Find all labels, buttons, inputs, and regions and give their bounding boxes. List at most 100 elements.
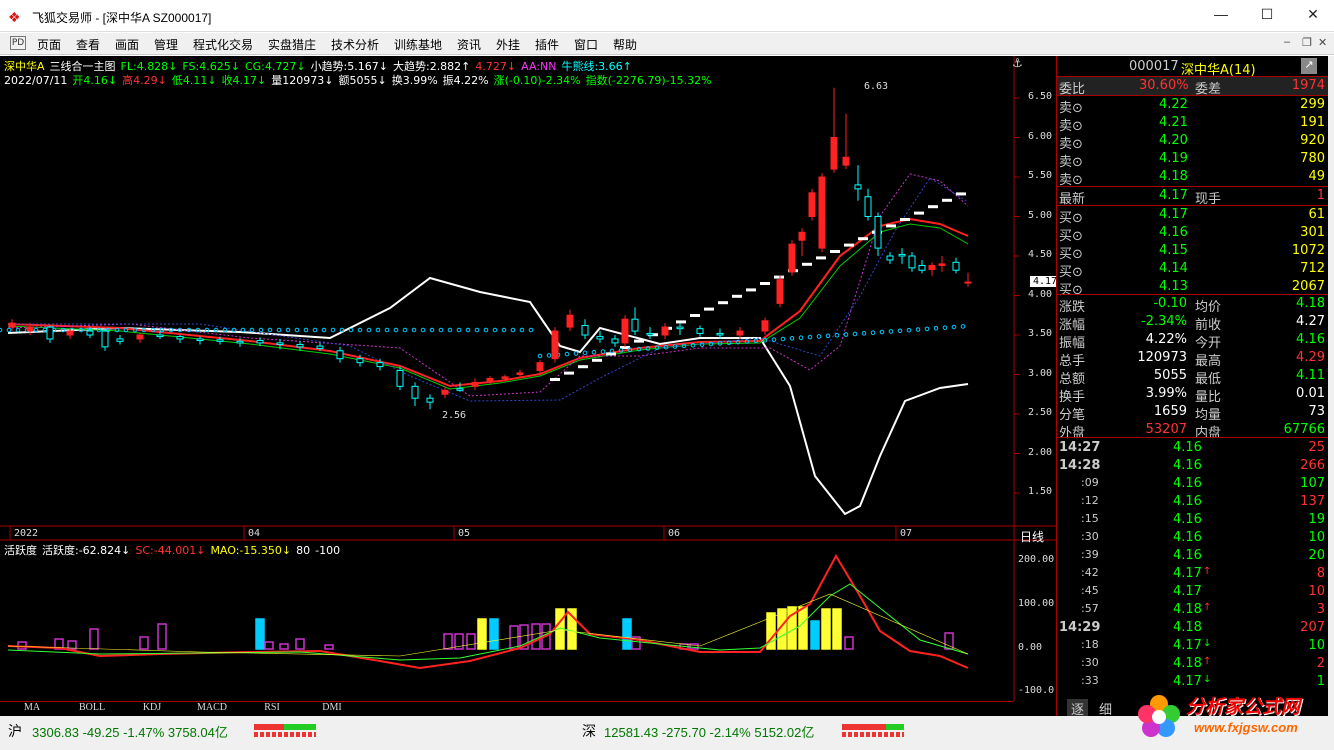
menu-item-training[interactable]: 训练基地	[394, 36, 442, 53]
activity-bar	[279, 643, 289, 650]
tick-price: 4.16	[1173, 458, 1202, 473]
maximize-button[interactable]: ☐	[1252, 6, 1282, 26]
stat-value: 3.99%	[1145, 386, 1187, 401]
buy-row[interactable]: 买⊙ 4.16 301	[1057, 224, 1329, 244]
candle-body	[908, 255, 916, 269]
sell-row[interactable]: 卖⊙ 4.22 299	[1057, 96, 1329, 116]
cyan-dot	[528, 327, 534, 333]
sell-volume: 191	[1300, 115, 1325, 130]
tick-row[interactable]: :15 4.16 19	[1057, 511, 1329, 529]
menu-item-info[interactable]: 资讯	[457, 36, 481, 53]
cyan-dot	[258, 327, 264, 333]
buy-row[interactable]: 买⊙ 4.17 61	[1057, 206, 1329, 226]
candlestick-chart[interactable]	[0, 56, 1056, 716]
menu-item-page[interactable]: 页面	[37, 36, 61, 53]
stock-code: 000017	[1129, 59, 1179, 74]
stat-value: 4.29	[1296, 350, 1325, 365]
child-restore-button[interactable]: ❐	[1302, 36, 1312, 49]
tick-row[interactable]: 14:28 4.16 266	[1057, 457, 1329, 475]
tick-arrow: ↑	[1203, 656, 1212, 667]
tick-row[interactable]: :45 4.17 10	[1057, 583, 1329, 601]
minimize-button[interactable]: —	[1206, 6, 1236, 26]
activity-bar	[324, 644, 334, 650]
tick-row[interactable]: :18 4.17 ↓ 10	[1057, 637, 1329, 655]
child-minimize-button[interactable]: –	[1284, 36, 1290, 48]
tick-row[interactable]: 14:29 4.18 207	[1057, 619, 1329, 637]
tick-row[interactable]: :30 4.16 10	[1057, 529, 1329, 547]
menu-item-window[interactable]: 窗口	[574, 36, 598, 53]
tab-boll[interactable]: BOLL	[62, 702, 122, 713]
app-logo-icon: ❖	[8, 9, 21, 25]
chart-toggle-icon[interactable]: ↗	[1301, 58, 1317, 74]
candle-body	[736, 330, 744, 336]
candle-body	[176, 336, 184, 340]
candle-body	[631, 318, 639, 332]
candle-body	[411, 385, 419, 399]
stat-row[interactable]: 涨幅 -2.34% 前收 4.27	[1057, 313, 1329, 333]
cyan-dot	[276, 327, 282, 333]
anchor-icon[interactable]: ⚓	[1012, 56, 1023, 70]
tick-row[interactable]: :39 4.16 20	[1057, 547, 1329, 565]
menu-item-canvas[interactable]: 画面	[115, 36, 139, 53]
child-close-button[interactable]: ✕	[1318, 36, 1327, 49]
period-label[interactable]: 日线	[1020, 528, 1044, 545]
menu-item-manage[interactable]: 管理	[154, 36, 178, 53]
stat-row[interactable]: 涨跌 -0.10 均价 4.18	[1057, 295, 1329, 315]
cyan-dot	[879, 329, 885, 335]
buy-row[interactable]: 买⊙ 4.14 712	[1057, 260, 1329, 280]
menu-item-view[interactable]: 查看	[76, 36, 100, 53]
buy-price: 4.15	[1159, 243, 1188, 258]
tab-dmi[interactable]: DMI	[302, 702, 362, 713]
buy-row[interactable]: 买⊙ 4.15 1072	[1057, 242, 1329, 262]
close-button[interactable]: ✕	[1298, 6, 1328, 26]
tick-time: :18	[1081, 638, 1099, 651]
menu-item-plugin[interactable]: 插件	[535, 36, 559, 53]
cyan-dot	[15, 327, 21, 333]
tick-row[interactable]: :09 4.16 107	[1057, 475, 1329, 493]
candle-body	[830, 137, 838, 170]
sell-row[interactable]: 卖⊙ 4.21 191	[1057, 114, 1329, 134]
menu-item-hunter[interactable]: 实盘猎庄	[268, 36, 316, 53]
bull-bear-dash	[634, 339, 644, 343]
tab-macd[interactable]: MACD	[182, 702, 242, 713]
sell-row[interactable]: 卖⊙ 4.20 920	[1057, 132, 1329, 152]
sz-index-value[interactable]: 12581.43 -275.70 -2.14% 5152.02亿	[604, 722, 814, 741]
tab-rsi[interactable]: RSI	[242, 702, 302, 713]
candle-body	[426, 397, 434, 403]
bull-bear-dash	[718, 301, 728, 305]
tab-kdj[interactable]: KDJ	[122, 702, 182, 713]
indicator-tick-label: 0.00	[1018, 642, 1043, 653]
sell-row[interactable]: 卖⊙ 4.19 780	[1057, 150, 1329, 170]
activity-bar	[810, 620, 820, 650]
cyan-dot	[789, 336, 795, 341]
candle-body	[536, 362, 544, 372]
sell-row[interactable]: 卖⊙ 4.18 49	[1057, 168, 1329, 188]
tick-row[interactable]: 14:27 4.16 25	[1057, 439, 1329, 457]
menu-item-help[interactable]: 帮助	[613, 36, 637, 53]
menu-item-addon[interactable]: 外挂	[496, 36, 520, 53]
stat-row[interactable]: 总手 120973 最高 4.29	[1057, 349, 1329, 369]
stat-row[interactable]: 分笔 1659 均量 73	[1057, 403, 1329, 423]
stat-row[interactable]: 总额 5055 最低 4.11	[1057, 367, 1329, 387]
bull-bear-dash	[676, 320, 686, 324]
tab-ma[interactable]: MA	[2, 702, 62, 713]
cyan-dot	[303, 327, 309, 333]
white-trend-line	[7, 276, 969, 516]
tick-row[interactable]: :30 4.18 ↑ 2	[1057, 655, 1329, 673]
price-tick-label: 5.50	[1028, 170, 1053, 181]
tick-row[interactable]: :57 4.18 ↑ 3	[1057, 601, 1329, 619]
panel-scrollbar[interactable]	[1328, 56, 1334, 716]
menu-item-program-trading[interactable]: 程式化交易	[193, 36, 253, 53]
sh-index-value[interactable]: 3306.83 -49.25 -1.47% 3758.04亿	[32, 722, 228, 741]
stat-row[interactable]: 换手 3.99% 量比 0.01	[1057, 385, 1329, 405]
stat-row[interactable]: 振幅 4.22% 今开 4.16	[1057, 331, 1329, 351]
candle-body	[611, 338, 619, 344]
menu-item-analysis[interactable]: 技术分析	[331, 36, 379, 53]
app-menu-icon[interactable]: PD	[10, 36, 26, 50]
tick-row[interactable]: :42 4.17 ↑ 8	[1057, 565, 1329, 583]
ohlc-header: 2022/07/11 开4.16↓ 高4.29↓ 低4.11↓ 收4.17↓ 量12097…	[4, 72, 717, 88]
cyan-dot	[780, 336, 786, 342]
tick-row[interactable]: :33 4.17 ↓ 1	[1057, 673, 1329, 691]
cyan-dot	[429, 327, 435, 333]
tick-row[interactable]: :12 4.16 137	[1057, 493, 1329, 511]
